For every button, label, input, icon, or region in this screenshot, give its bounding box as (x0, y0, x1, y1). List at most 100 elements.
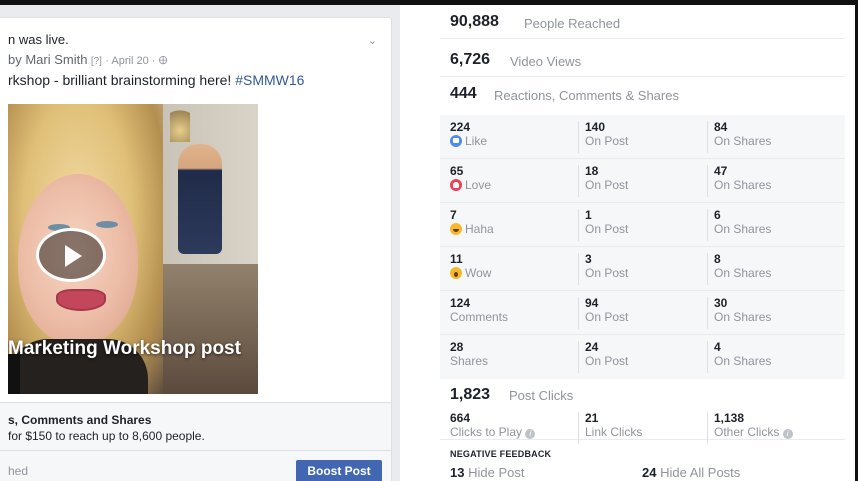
post-pane: n was live. by Mari Smith [?] · April 20… (0, 5, 400, 481)
info-icon[interactable]: i (782, 429, 793, 439)
clicks-to-play-label: Clicks to Play (450, 425, 523, 439)
on-post-label: On Post (585, 266, 629, 280)
reaction-row-comments: 124 Comments 94 On Post 30 On Shares (440, 291, 845, 335)
comments-label: Comments (450, 310, 509, 324)
reaction-row-like: 224 Like 140 On Post 84 On Shares (440, 115, 845, 159)
video-views-label: Video Views (510, 54, 582, 69)
love-label: Love (465, 178, 492, 192)
on-post-label: On Post (585, 134, 629, 148)
clicks-to-play-value: 664 (450, 411, 471, 425)
comments-count: 124 (450, 296, 471, 310)
haha-on-post-value: 1 (585, 208, 592, 222)
on-shares-label: On Shares (714, 266, 772, 280)
shares-on-shares-value: 4 (714, 340, 721, 354)
video-mouth (56, 289, 106, 311)
boost-footer: s, Comments and Shares for $150 to reach… (0, 402, 391, 481)
wow-label: Wow (465, 266, 492, 280)
video-eye (96, 221, 118, 228)
wow-icon (450, 267, 462, 279)
haha-label: Haha (465, 222, 494, 236)
love-icon (450, 179, 462, 191)
on-shares-label: On Shares (714, 134, 772, 148)
like-icon (450, 135, 462, 147)
post-clicks-value: 1,823 (450, 386, 491, 403)
post-text: rkshop - brilliant brainstorming here! #… (8, 72, 304, 88)
negative-feedback-heading: NEGATIVE FEEDBACK (450, 449, 552, 459)
on-shares-label: On Shares (714, 222, 772, 236)
post-header: n was live. (8, 32, 69, 47)
people-reached-row: 90,888 People Reached (440, 5, 845, 39)
shares-on-post-value: 24 (585, 340, 599, 354)
love-on-post: 18 On Post (578, 165, 706, 197)
post-date[interactable]: · April 20 · (105, 55, 158, 67)
chevron-down-icon[interactable]: ⌄ (368, 34, 377, 47)
on-shares-label: On Shares (714, 354, 772, 368)
haha-icon (450, 223, 462, 235)
on-post-label: On Post (585, 310, 629, 324)
haha-on-shares: 6 On Shares (707, 209, 837, 241)
hide-post-label: Hide Post (468, 465, 525, 480)
video-microphone (8, 354, 20, 394)
post-author-link[interactable]: by Mari Smith (8, 52, 87, 67)
reached-label: hed (8, 464, 29, 478)
video-thumbnail[interactable]: Marketing Workshop post (8, 104, 258, 394)
like-on-shares: 84 On Shares (707, 121, 837, 153)
comments-on-post: 94 On Post (578, 297, 706, 329)
hide-post-value: 13 (450, 465, 465, 480)
shares-total: 28 Shares (450, 341, 578, 373)
insights-panel: 90,888 People Reached 6,726 Video Views … (440, 5, 855, 481)
video-views-row: 6,726 Video Views (440, 43, 845, 77)
on-post-label: On Post (585, 222, 629, 236)
love-total: 65 Love (450, 165, 578, 197)
hashtag-link[interactable]: #SMMW16 (235, 72, 304, 88)
haha-total: 7 Haha (450, 209, 578, 241)
wow-on-post-value: 3 (585, 252, 592, 266)
divider (0, 450, 391, 451)
reaction-row-haha: 7 Haha 1 On Post 6 On Shares (440, 203, 845, 247)
other-clicks-value: 1,138 (714, 411, 745, 425)
video-views-value: 6,726 (450, 51, 491, 68)
engagement-row: 444 Reactions, Comments & Shares (440, 77, 845, 111)
link-clicks-value: 21 (585, 411, 599, 425)
haha-on-shares-value: 6 (714, 208, 721, 222)
hide-all-label: Hide All Posts (660, 465, 741, 480)
reactions-breakdown: 224 Like 140 On Post 84 On Shares 65 Lov… (440, 115, 845, 379)
post-text-body: rkshop - brilliant brainstorming here! (8, 72, 236, 88)
other-clicks: 1,138 Other Clicks i (707, 412, 837, 444)
on-shares-label: On Shares (714, 310, 772, 324)
post-clicks-label: Post Clicks (509, 388, 574, 403)
like-count: 224 (450, 120, 471, 134)
play-icon (65, 245, 82, 267)
clicks-breakdown: 664 Clicks to Play i 21 Link Clicks 1,13… (440, 406, 845, 444)
like-label: Like (465, 134, 488, 148)
like-on-post-value: 140 (585, 120, 606, 134)
shares-label: Shares (450, 354, 489, 368)
people-reached-label: People Reached (524, 16, 621, 31)
hide-all-posts-stat: 24 Hide All Posts (642, 465, 740, 480)
love-on-shares-value: 47 (714, 164, 728, 178)
play-button[interactable] (36, 228, 106, 282)
boost-post-button[interactable]: Boost Post (296, 460, 382, 481)
shares-on-post: 24 On Post (578, 341, 706, 373)
video-person-background (178, 144, 222, 254)
other-clicks-label: Other Clicks (714, 425, 780, 439)
wow-total: 11 Wow (450, 253, 578, 285)
wow-on-shares-value: 8 (714, 252, 721, 266)
reaction-row-shares: 28 Shares 24 On Post 4 On Shares (440, 335, 845, 379)
hide-all-value: 24 (642, 465, 657, 480)
clicks-to-play: 664 Clicks to Play i (450, 412, 578, 444)
love-on-post-value: 18 (585, 164, 599, 178)
love-count: 65 (450, 164, 464, 178)
hide-post-stat: 13 Hide Post (450, 465, 524, 480)
on-shares-label: On Shares (714, 178, 772, 192)
info-icon[interactable]: [?] (91, 56, 102, 67)
video-title: Marketing Workshop post (8, 338, 241, 359)
post-card: n was live. by Mari Smith [?] · April 20… (0, 17, 392, 481)
reaction-row-wow: 11 Wow 3 On Post 8 On Shares (440, 247, 845, 291)
boost-description: for $150 to reach up to 8,600 people. (8, 429, 205, 443)
comments-on-shares: 30 On Shares (707, 297, 837, 329)
boost-title: s, Comments and Shares (8, 413, 152, 427)
love-on-shares: 47 On Shares (707, 165, 837, 197)
info-icon[interactable]: i (525, 429, 536, 439)
on-post-label: On Post (585, 178, 629, 192)
